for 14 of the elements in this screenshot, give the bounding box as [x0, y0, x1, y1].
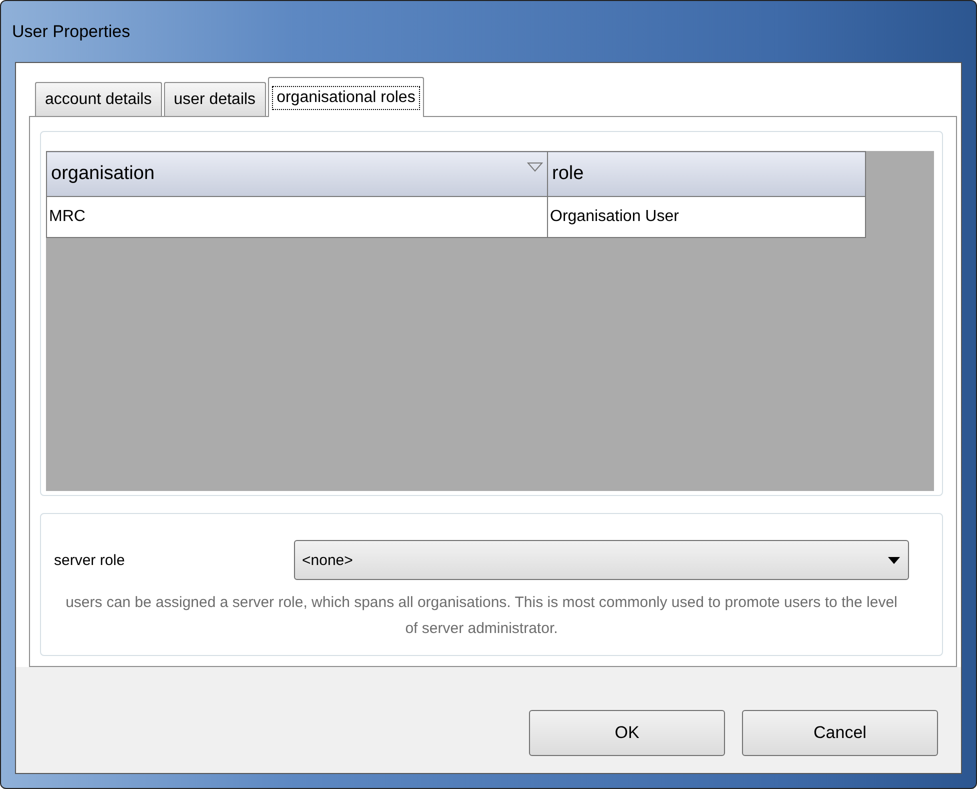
- tab[interactable]: organisational roles: [268, 77, 424, 117]
- column-header[interactable]: organisation: [46, 152, 548, 196]
- caret-icon: [888, 556, 900, 564]
- dialog-button[interactable]: Cancel: [742, 710, 938, 756]
- tab[interactable]: user details: [164, 82, 266, 116]
- field-label: server role: [54, 552, 126, 568]
- table-cell: MRC: [46, 196, 548, 238]
- column-header[interactable]: role: [548, 152, 866, 196]
- window-title: User Properties: [12, 22, 130, 42]
- dropdown[interactable]: <none>: [294, 540, 909, 580]
- table-cell: Organisation User: [548, 196, 866, 238]
- help-text: users can be assigned a server role, which spans all organisations. This is most commonly used to promote users to the level of server administrator.: [64, 593, 898, 639]
- tab[interactable]: account details: [35, 82, 162, 116]
- dialog-button[interactable]: OK: [529, 710, 725, 756]
